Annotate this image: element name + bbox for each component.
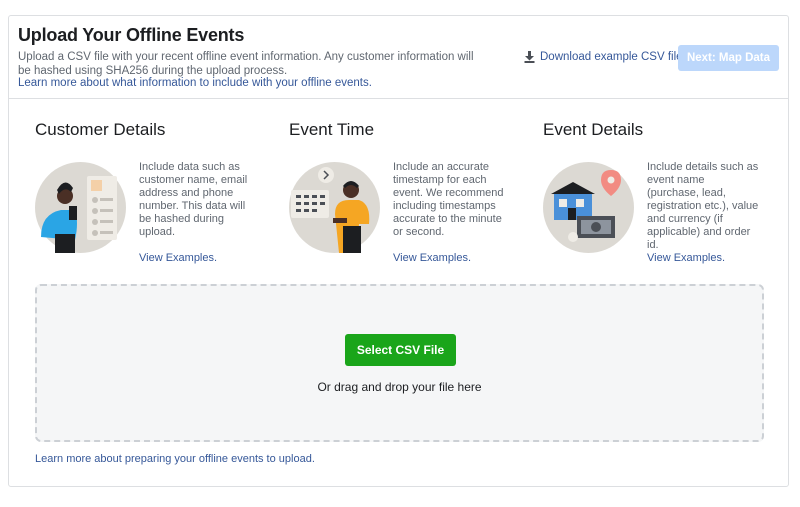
- page-description: Upload a CSV file with your recent offli…: [18, 51, 474, 77]
- section-title: Event Time: [289, 120, 375, 139]
- file-dropzone[interactable]: Select CSV File Or drag and drop your fi…: [35, 284, 764, 442]
- drag-drop-hint: Or drag and drop your file here: [317, 380, 482, 394]
- download-label: Download example CSV file: [540, 51, 683, 63]
- card-header: Upload Your Offline Events Upload a CSV …: [9, 16, 788, 99]
- learn-more-preparing-link[interactable]: Learn more about preparing your offline …: [35, 453, 315, 465]
- section-description: Include data such as customer name, emai…: [139, 161, 248, 238]
- event-details-section: Event Details Include details such as ev…: [543, 120, 783, 264]
- download-example-link[interactable]: Download example CSV file: [524, 51, 683, 63]
- select-csv-file-button[interactable]: Select CSV File: [345, 334, 456, 366]
- section-description: Include an accurate timestamp for each e…: [393, 161, 504, 238]
- page-title: Upload Your Offline Events: [18, 25, 245, 45]
- section-description: Include details such as event name (purc…: [647, 161, 759, 251]
- upload-card: Upload Your Offline Events Upload a CSV …: [8, 15, 789, 487]
- next-map-data-button[interactable]: Next: Map Data: [678, 45, 779, 71]
- event-time-illustration: [289, 162, 380, 253]
- customer-illustration: [35, 162, 126, 253]
- event-time-section: Event Time Include an accurate timestamp…: [289, 120, 529, 264]
- section-title: Event Details: [543, 120, 644, 139]
- learn-more-link[interactable]: Learn more about what information to inc…: [18, 77, 372, 89]
- view-examples-link[interactable]: View Examples.: [647, 252, 725, 264]
- view-examples-link[interactable]: View Examples.: [393, 252, 471, 264]
- download-icon: [524, 51, 535, 63]
- customer-details-section: Customer Details Include data such as cu…: [35, 120, 275, 264]
- event-details-illustration: [543, 162, 634, 253]
- view-examples-link[interactable]: View Examples.: [139, 252, 217, 264]
- section-title: Customer Details: [35, 120, 166, 139]
